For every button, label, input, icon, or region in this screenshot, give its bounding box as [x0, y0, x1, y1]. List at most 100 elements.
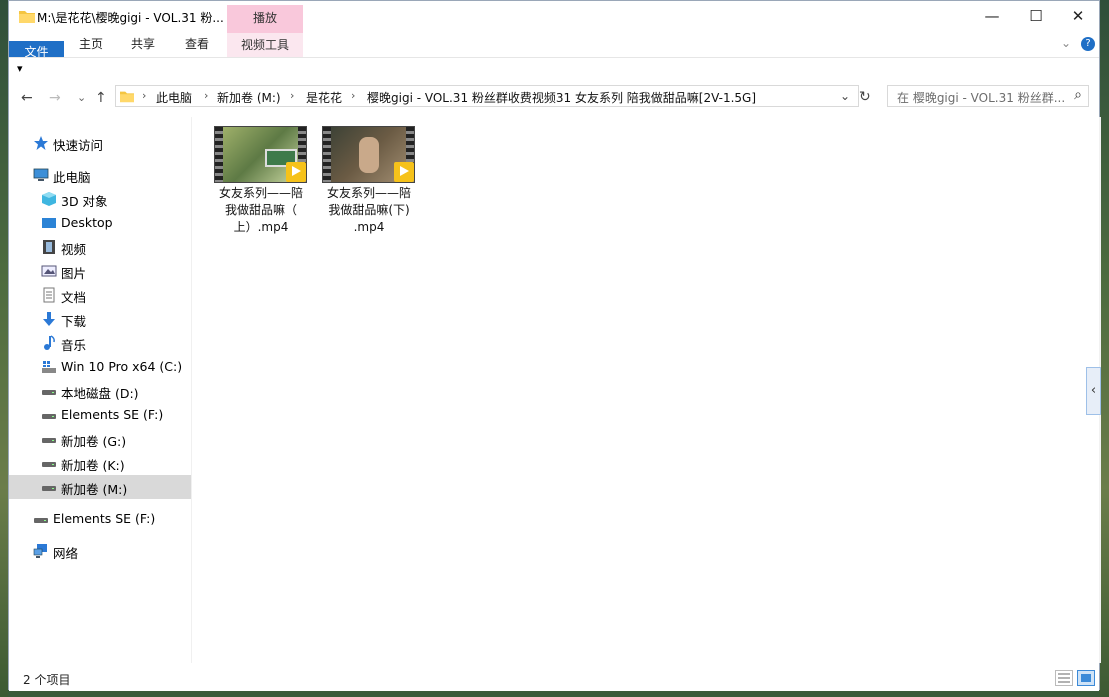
video-thumbnail	[322, 126, 415, 183]
search-box[interactable]: 在 樱晚gigi - VOL.31 粉丝群... ⌕	[887, 85, 1089, 107]
tab-share[interactable]: 共享	[121, 33, 165, 57]
tab-home[interactable]: 主页	[69, 33, 113, 57]
minimize-button[interactable]: —	[969, 1, 1015, 31]
desktop-icon	[42, 218, 56, 228]
sidebar-item-label: Elements SE (F:)	[61, 407, 164, 422]
sidebar-item-music[interactable]: 音乐	[9, 331, 191, 355]
sidebar-item-documents[interactable]: 文档	[9, 283, 191, 307]
file-name: 女友系列——陪 我做甜品嘛(下) .mp4	[317, 185, 421, 236]
sidebar-item-drive-d[interactable]: 本地磁盘 (D:)	[9, 379, 191, 403]
ribbon-tabs: 文件 主页 共享 查看 视频工具 ⌄ ?	[9, 33, 1099, 65]
search-icon[interactable]: ⌕	[1074, 87, 1082, 103]
sidebar-item-label: 本地磁盘 (D:)	[61, 386, 139, 401]
sidebar-item-label: 视频	[61, 242, 87, 257]
tab-view[interactable]: 查看	[175, 33, 219, 57]
customize-quick-access-icon[interactable]: ▾	[17, 62, 23, 75]
breadcrumb-separator[interactable]: ›	[204, 89, 208, 102]
breadcrumb-current-folder[interactable]: 樱晚gigi - VOL.31 粉丝群收费视频31 女友系列 陪我做甜品嘛[2V…	[367, 89, 756, 106]
file-name-line: 上）.mp4	[233, 220, 289, 234]
sidebar-item-label: Elements SE (F:)	[53, 511, 156, 526]
quick-access-toolbar: ▾	[9, 57, 1099, 82]
sidebar-item-label: 3D 对象	[61, 194, 108, 209]
details-view-button[interactable]	[1055, 670, 1073, 686]
breadcrumb-this-pc[interactable]: 此电脑	[156, 89, 192, 106]
sidebar-item-network[interactable]: 网络	[9, 539, 191, 563]
sidebar-item-this-pc[interactable]: 此电脑	[9, 163, 191, 187]
sidebar-item-label: 新加卷 (G:)	[61, 434, 127, 449]
sidebar-item-drive-f[interactable]: Elements SE (F:)	[9, 403, 191, 427]
tab-video-tools[interactable]: 视频工具	[227, 33, 303, 57]
folder-icon	[120, 91, 134, 103]
folder-icon	[19, 11, 35, 23]
refresh-button[interactable]: ↻	[859, 89, 871, 105]
desktop-background-left	[0, 0, 8, 697]
file-name-line: .mp4	[353, 220, 385, 234]
sidebar-item-label: 快速访问	[53, 138, 104, 153]
picture-icon	[41, 265, 57, 277]
player-badge-icon	[286, 162, 306, 182]
sidebar-item-label: Win 10 Pro x64 (C:)	[61, 359, 183, 374]
file-name: 女友系列——陪 我做甜品嘛（ 上）.mp4	[209, 185, 313, 236]
download-icon	[43, 312, 55, 326]
sidebar-item-label: 此电脑	[53, 170, 91, 185]
sidebar-item-3d-objects[interactable]: 3D 对象	[9, 187, 191, 211]
forward-button[interactable]: →	[49, 90, 61, 106]
breadcrumb-separator[interactable]: ›	[290, 89, 294, 102]
drive-icon	[34, 518, 48, 523]
film-strip-left	[215, 127, 223, 182]
sidebar-item-videos[interactable]: 视频	[9, 235, 191, 259]
sidebar-item-label: 新加卷 (K:)	[61, 458, 125, 473]
cube-icon	[42, 192, 56, 206]
address-dropdown-icon[interactable]: ⌄	[840, 89, 850, 103]
explorer-window: M:\是花花\樱晚gigi - VOL.31 粉... 播放 — ☐ ✕ 文件 …	[8, 0, 1101, 691]
music-icon	[44, 335, 55, 350]
up-button[interactable]: ↑	[95, 90, 107, 106]
breadcrumb-separator[interactable]: ›	[142, 89, 146, 102]
sidebar-item-external-drive-f[interactable]: Elements SE (F:)	[9, 507, 191, 531]
star-icon	[34, 136, 48, 150]
navigation-pane: 快速访问 此电脑 3D 对象 Desktop 视频 图片 文档 下载 音乐 Wi…	[9, 117, 192, 663]
file-name-line: 我做甜品嘛(下)	[328, 203, 410, 217]
sidebar-item-label: 下载	[61, 314, 87, 329]
sidebar-item-label: 图片	[61, 266, 87, 281]
sidebar-item-label: 网络	[53, 546, 79, 561]
sidebar-item-drive-k[interactable]: 新加卷 (K:)	[9, 451, 191, 475]
recent-locations-button[interactable]: ⌄	[77, 91, 86, 104]
drive-icon	[42, 414, 56, 419]
sidebar-item-drive-c[interactable]: Win 10 Pro x64 (C:)	[9, 355, 191, 379]
title-bar[interactable]: M:\是花花\樱晚gigi - VOL.31 粉... 播放 — ☐ ✕	[9, 1, 1099, 33]
help-icon[interactable]: ?	[1081, 37, 1095, 51]
sidebar-item-pictures[interactable]: 图片	[9, 259, 191, 283]
sidebar-item-desktop[interactable]: Desktop	[9, 211, 191, 235]
expand-preview-pane-button[interactable]: ‹	[1086, 367, 1101, 415]
sidebar-item-label: 音乐	[61, 338, 87, 353]
large-icons-view-button[interactable]	[1077, 670, 1095, 686]
sidebar-item-label: 文档	[61, 290, 87, 305]
video-thumbnail	[214, 126, 307, 183]
sidebar-item-downloads[interactable]: 下载	[9, 307, 191, 331]
file-name-line: 我做甜品嘛（	[224, 203, 297, 217]
computer-icon	[33, 168, 49, 181]
drive-icon	[42, 462, 56, 467]
maximize-button[interactable]: ☐	[1013, 1, 1059, 31]
address-bar[interactable]: › 此电脑 › 新加卷 (M:) › 是花花 › 樱晚gigi - VOL.31…	[115, 85, 859, 107]
back-button[interactable]: ←	[21, 90, 33, 106]
ribbon-expand-icon[interactable]: ⌄	[1061, 36, 1071, 50]
navigation-bar: ← → ⌄ ↑ › 此电脑 › 新加卷 (M:) › 是花花 › 樱晚gigi …	[9, 81, 1099, 115]
breadcrumb-drive-m[interactable]: 新加卷 (M:)	[217, 89, 281, 106]
drive-icon	[42, 390, 56, 395]
file-list-view: 女友系列——陪 我做甜品嘛（ 上）.mp4 女友系列——陪 我做甜品嘛(下) .…	[193, 117, 1089, 663]
player-badge-icon	[394, 162, 414, 182]
film-icon	[43, 240, 55, 254]
film-strip-left	[323, 127, 331, 182]
sidebar-item-drive-g[interactable]: 新加卷 (G:)	[9, 427, 191, 451]
sidebar-item-drive-m[interactable]: 新加卷 (M:)	[9, 475, 191, 499]
close-button[interactable]: ✕	[1055, 1, 1101, 31]
drive-icon	[42, 486, 56, 491]
window-title: M:\是花花\樱晚gigi - VOL.31 粉...	[37, 11, 224, 25]
breadcrumb-separator[interactable]: ›	[351, 89, 355, 102]
sidebar-item-label: Desktop	[61, 215, 113, 230]
breadcrumb-folder-huahua[interactable]: 是花花	[306, 89, 342, 106]
context-tab-play[interactable]: 播放	[227, 5, 303, 33]
sidebar-item-quick-access[interactable]: 快速访问	[9, 131, 191, 155]
